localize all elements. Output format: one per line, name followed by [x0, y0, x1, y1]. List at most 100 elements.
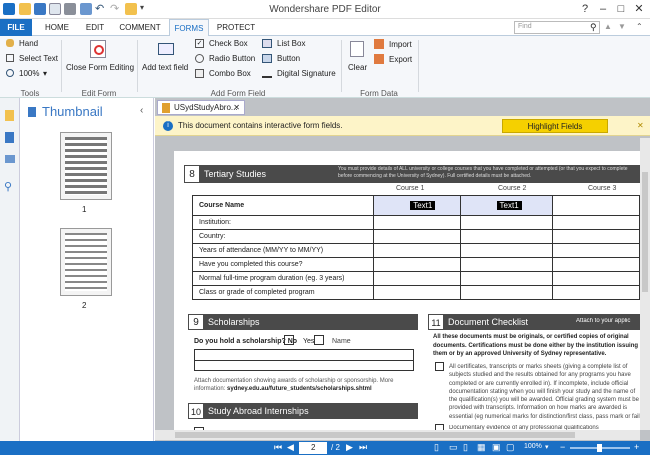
table-cell[interactable]	[551, 285, 641, 300]
zoom-select[interactable]: 100%	[19, 69, 39, 78]
help-icon[interactable]: ?	[578, 2, 592, 16]
zoom-in-icon[interactable]: +	[634, 442, 639, 452]
close-button[interactable]: ✕	[632, 2, 646, 16]
course-3-name-field[interactable]	[551, 195, 641, 216]
list-box-button[interactable]: List Box	[277, 39, 305, 48]
ribbon-tabs: FILE HOME EDIT COMMENT FORMS PROTECT Fin…	[0, 19, 650, 37]
page-thumbnail-2[interactable]	[60, 228, 112, 296]
bookmark-icon[interactable]	[5, 110, 14, 121]
table-cell[interactable]	[373, 229, 461, 244]
last-page-icon[interactable]: ⏭	[359, 442, 367, 453]
comments-icon[interactable]	[5, 155, 15, 163]
close-form-editing-button[interactable]: Close Form Editing	[66, 63, 134, 72]
checklist-checkbox-1[interactable]	[435, 362, 444, 371]
table-cell[interactable]	[459, 243, 553, 258]
import-button[interactable]: Import	[389, 40, 412, 49]
zoom-out-icon[interactable]: −	[560, 442, 565, 452]
radio-button-button[interactable]: Radio Button	[209, 54, 255, 63]
combo-box-button[interactable]: Combo Box	[209, 69, 251, 78]
table-cell[interactable]	[373, 257, 461, 272]
row-label: Normal full-time program duration (eg. 3…	[191, 271, 375, 286]
table-cell[interactable]	[551, 215, 641, 230]
minimize-button[interactable]: –	[596, 2, 610, 16]
page-number-input[interactable]: 2	[299, 442, 327, 454]
search-icon[interactable]: ⚲	[590, 22, 597, 33]
notice-close-icon[interactable]: ✕	[637, 116, 644, 136]
single-page-view-icon[interactable]: ▯	[434, 442, 439, 453]
table-cell[interactable]	[373, 243, 461, 258]
page-thumbnail-1[interactable]	[60, 132, 112, 200]
table-cell[interactable]	[459, 215, 553, 230]
scholarship-no-checkbox[interactable]	[284, 335, 294, 345]
table-cell[interactable]	[373, 285, 461, 300]
scholarship-name-field[interactable]	[194, 349, 414, 371]
facing-view-icon[interactable]: ▯	[463, 442, 468, 453]
tab-forms[interactable]: FORMS	[169, 19, 209, 37]
tertiary-studies-table: Course Name Text1 Text1 Institution: Cou…	[191, 195, 641, 300]
highlight-fields-button[interactable]: Highlight Fields	[502, 119, 608, 133]
zoom-value[interactable]: 100%	[524, 443, 542, 450]
table-cell[interactable]	[459, 257, 553, 272]
vertical-scrollbar[interactable]	[640, 138, 650, 430]
add-text-field-button[interactable]: Add text field	[142, 63, 188, 72]
table-cell[interactable]	[459, 271, 553, 286]
maximize-button[interactable]: □	[614, 2, 628, 16]
search-down-icon[interactable]: ▼	[618, 22, 626, 31]
table-cell[interactable]	[459, 229, 553, 244]
next-page-icon[interactable]: ▶	[346, 442, 353, 453]
search-up-icon[interactable]: ▲	[604, 22, 612, 31]
search-input[interactable]: Find	[514, 21, 600, 34]
row-label: Have you completed this course?	[191, 257, 375, 272]
zoom-slider[interactable]	[570, 444, 630, 452]
zoom-icon	[6, 69, 14, 77]
continuous-view-icon[interactable]: ▭	[449, 442, 458, 453]
fit-width-icon[interactable]: ▣	[492, 442, 501, 453]
check-box-button[interactable]: Check Box	[209, 39, 248, 48]
digital-signature-button[interactable]: Digital Signature	[277, 69, 336, 78]
pages-icon[interactable]	[5, 132, 14, 143]
import-icon	[374, 39, 384, 49]
table-cell[interactable]	[551, 271, 641, 286]
cover-view-icon[interactable]: ▦	[477, 442, 486, 453]
scholarship-yes-checkbox[interactable]	[314, 335, 324, 345]
zoom-dropdown-icon[interactable]: ▾	[43, 69, 47, 78]
clear-icon	[350, 41, 364, 57]
table-cell[interactable]	[551, 257, 641, 272]
document-tab[interactable]: USydStudyAbro... ✕	[157, 100, 245, 115]
table-cell[interactable]	[373, 215, 461, 230]
table-cell[interactable]	[551, 243, 641, 258]
export-icon	[374, 54, 384, 64]
table-cell[interactable]	[459, 285, 553, 300]
tab-file[interactable]: FILE	[0, 19, 32, 36]
table-cell[interactable]	[373, 271, 461, 286]
ribbon-separator	[418, 40, 419, 92]
tab-protect[interactable]: PROTECT	[212, 19, 260, 36]
hand-tool[interactable]: Hand	[19, 39, 38, 48]
search-panel-icon[interactable]: ⚲	[4, 180, 12, 193]
zoom-dropdown-icon[interactable]: ▾	[545, 443, 549, 451]
scroll-thumb[interactable]	[642, 172, 648, 292]
course-1-name-field[interactable]: Text1	[373, 195, 461, 216]
tab-home[interactable]: HOME	[38, 19, 76, 36]
scholarship-link[interactable]: sydney.edu.au/future_students/scholarshi…	[227, 386, 372, 392]
horizontal-scrollbar[interactable]	[155, 430, 640, 440]
export-button[interactable]: Export	[389, 55, 412, 64]
section-number: 11	[428, 314, 444, 330]
collapse-ribbon-icon[interactable]: ⌃	[636, 22, 643, 31]
table-cell[interactable]	[551, 229, 641, 244]
clear-button[interactable]: Clear	[348, 63, 367, 72]
tab-edit[interactable]: EDIT	[78, 19, 112, 36]
tab-comment[interactable]: COMMENT	[114, 19, 166, 36]
scroll-thumb[interactable]	[175, 432, 575, 438]
fit-page-icon[interactable]: ▢	[506, 442, 515, 453]
collapse-panel-icon[interactable]: ‹	[140, 105, 143, 116]
select-text-tool[interactable]: Select Text	[19, 54, 58, 63]
text-field-label: Text1	[410, 201, 436, 210]
document-tab-close-icon[interactable]: ✕	[233, 101, 240, 114]
course-2-name-field[interactable]: Text1	[459, 195, 553, 216]
prev-page-icon[interactable]: ◀	[287, 442, 294, 453]
button-button[interactable]: Button	[277, 54, 300, 63]
combo-box-icon	[195, 69, 204, 78]
zoom-slider-handle[interactable]	[597, 444, 602, 452]
first-page-icon[interactable]: ⏮	[274, 442, 282, 453]
